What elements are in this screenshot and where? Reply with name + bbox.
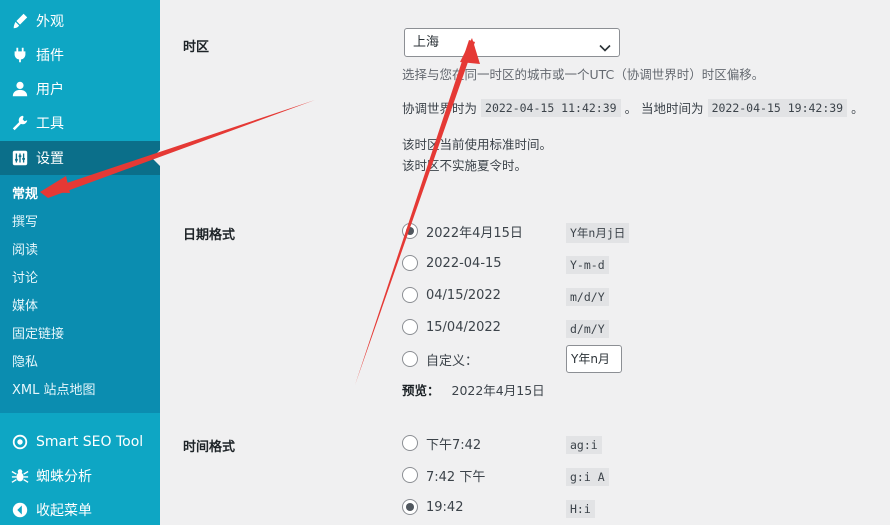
time-format-label: 时间格式 xyxy=(183,440,236,455)
time-option-label: 下午7:42 xyxy=(426,437,482,453)
chevron-down-icon xyxy=(599,37,611,52)
custom-date-format-input[interactable]: Y年n月 xyxy=(566,345,622,373)
time-format-code: H:i xyxy=(566,500,595,518)
local-prefix: 。 当地时间为 xyxy=(624,101,704,116)
radio-button[interactable] xyxy=(402,499,418,515)
menu-label: Smart SEO Tool xyxy=(36,434,144,450)
submenu-discussion[interactable]: 讨论 xyxy=(12,269,38,289)
date-format-code: Y-m-d xyxy=(566,256,609,274)
radio-button[interactable] xyxy=(402,255,418,271)
admin-sidebar: 外观 插件 用户 工具 设置 常规 撰写 阅读 讨论 媒体 固定链接 隐私 XM… xyxy=(0,0,160,525)
radio-button[interactable] xyxy=(402,319,418,335)
submenu-media[interactable]: 媒体 xyxy=(12,297,38,317)
menu-settings[interactable]: 设置 xyxy=(0,141,160,175)
menu-users[interactable]: 用户 xyxy=(0,72,160,106)
date-option-custom[interactable]: 自定义： xyxy=(402,348,566,370)
paintbrush-icon xyxy=(10,11,30,31)
date-format-label: 日期格式 xyxy=(183,228,236,243)
settings-submenu: 常规 撰写 阅读 讨论 媒体 固定链接 隐私 XML 站点地图 xyxy=(0,175,160,413)
radio-button[interactable] xyxy=(402,467,418,483)
menu-label: 设置 xyxy=(36,151,64,167)
menu-appearance[interactable]: 外观 xyxy=(0,4,160,38)
custom-label: 自定义： xyxy=(426,353,479,369)
menu-label: 插件 xyxy=(36,48,64,64)
timezone-help: 选择与您在同一时区的城市或一个UTC（协调世界时）时区偏移。 xyxy=(402,67,765,82)
spider-icon xyxy=(10,466,30,486)
submenu-reading[interactable]: 阅读 xyxy=(12,241,38,261)
settings-icon xyxy=(10,148,30,168)
time-info: 协调世界时为 2022-04-15 11:42:39 。 当地时间为 2022-… xyxy=(402,98,864,117)
menu-spider-analysis[interactable]: 蜘蛛分析 xyxy=(0,459,160,493)
menu-label: 收起菜单 xyxy=(36,503,92,519)
submenu-general[interactable]: 常规 xyxy=(12,185,38,205)
preview-label: 预览： xyxy=(402,383,440,398)
timezone-note-dst: 该时区不实施夏令时。 xyxy=(402,158,528,173)
date-option-1[interactable]: 2022年4月15日 xyxy=(402,220,566,242)
radio-button[interactable] xyxy=(402,223,418,239)
submenu-xml-sitemap[interactable]: XML 站点地图 xyxy=(12,381,96,401)
time-option-1[interactable]: 下午7:42 xyxy=(402,432,566,454)
time-option-label: 7:42 下午 xyxy=(426,469,486,485)
utc-time: 2022-04-15 11:42:39 xyxy=(481,98,621,117)
date-option-3[interactable]: 04/15/2022 xyxy=(402,284,566,306)
menu-collapse[interactable]: 收起菜单 xyxy=(0,493,160,525)
time-option-2[interactable]: 7:42 下午 xyxy=(402,464,566,486)
date-option-label: 2022-04-15 xyxy=(426,255,502,271)
radio-button[interactable] xyxy=(402,351,418,367)
date-option-2[interactable]: 2022-04-15 xyxy=(402,252,566,274)
preview-value: 2022年4月15日 xyxy=(451,383,545,398)
time-format-code: g:i A xyxy=(566,468,609,486)
plugin-icon xyxy=(10,45,30,65)
submenu-writing[interactable]: 撰写 xyxy=(12,213,38,233)
submenu-permalinks[interactable]: 固定链接 xyxy=(12,325,64,345)
menu-label: 蜘蛛分析 xyxy=(36,469,92,485)
timezone-label: 时区 xyxy=(183,40,210,55)
time-format-code: ag:i xyxy=(566,436,602,454)
date-format-code: d/m/Y xyxy=(566,320,609,338)
menu-label: 工具 xyxy=(36,116,64,132)
seo-icon xyxy=(10,432,30,452)
menu-tools[interactable]: 工具 xyxy=(0,106,160,140)
radio-button[interactable] xyxy=(402,435,418,451)
timezone-selected: 上海 xyxy=(413,35,440,50)
local-time: 2022-04-15 19:42:39 xyxy=(707,98,848,117)
collapse-icon xyxy=(10,500,30,520)
timezone-select[interactable]: 上海 xyxy=(404,28,620,57)
wrench-icon xyxy=(10,113,30,133)
user-icon xyxy=(10,79,30,99)
radio-button[interactable] xyxy=(402,287,418,303)
time-option-label: 19:42 xyxy=(426,499,464,515)
time-option-3[interactable]: 19:42 xyxy=(402,496,566,518)
timezone-note-standard: 该时区当前使用标准时间。 xyxy=(402,137,553,152)
menu-label: 外观 xyxy=(36,14,64,30)
date-option-label: 15/04/2022 xyxy=(426,319,501,335)
date-format-code: m/d/Y xyxy=(566,288,609,306)
date-option-4[interactable]: 15/04/2022 xyxy=(402,316,566,338)
utc-prefix: 协调世界时为 xyxy=(402,101,478,116)
date-format-code: Y年n月j日 xyxy=(566,223,630,243)
menu-smart-seo-tool[interactable]: Smart SEO Tool xyxy=(0,425,160,459)
date-option-label: 2022年4月15日 xyxy=(426,225,523,241)
submenu-privacy[interactable]: 隐私 xyxy=(12,353,38,373)
menu-label: 用户 xyxy=(36,82,64,98)
time-suffix: 。 xyxy=(851,101,864,116)
menu-plugins[interactable]: 插件 xyxy=(0,38,160,72)
date-preview: 预览： 2022年4月15日 xyxy=(402,380,545,399)
settings-content: 时区 上海 选择与您在同一时区的城市或一个UTC（协调世界时）时区偏移。 协调世… xyxy=(160,0,890,525)
date-option-label: 04/15/2022 xyxy=(426,287,501,303)
